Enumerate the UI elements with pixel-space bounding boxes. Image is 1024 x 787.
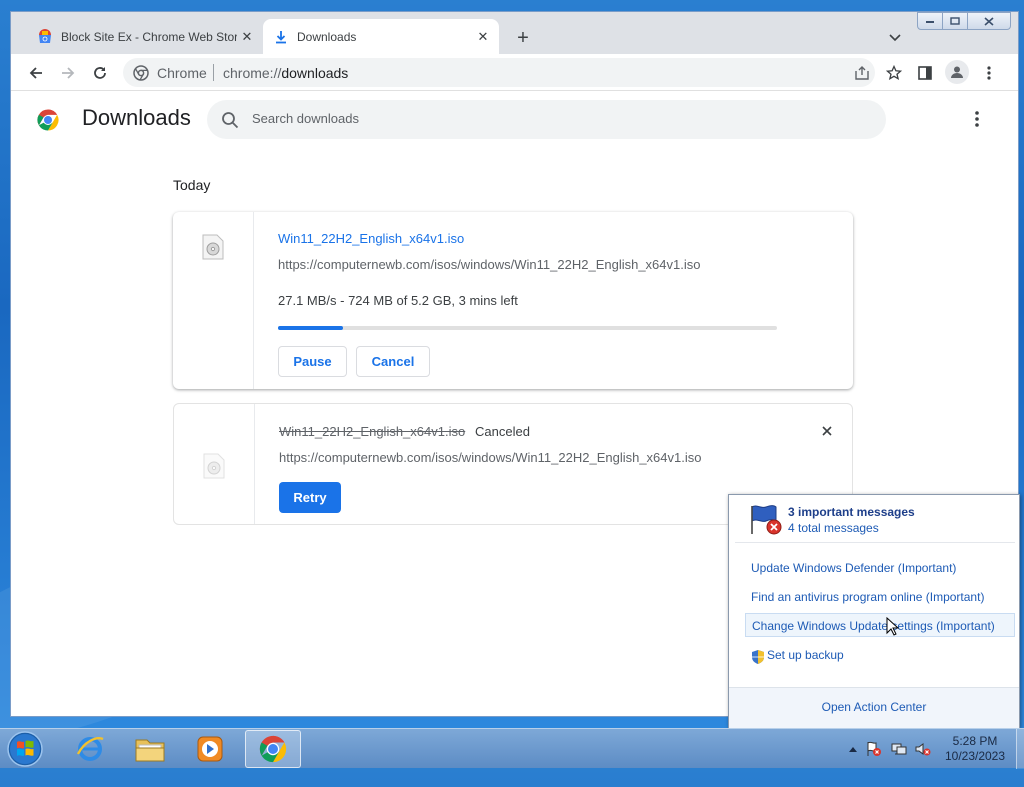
show-desktop-button[interactable] (1016, 729, 1024, 769)
progress-bar (278, 326, 777, 330)
shield-icon (751, 649, 765, 665)
close-icon[interactable]: ✕ (237, 27, 257, 47)
omnibox-divider (213, 64, 214, 81)
close-icon[interactable]: ✕ (473, 27, 493, 47)
progress-bar-fill (278, 326, 343, 330)
download-icon (273, 29, 289, 45)
mouse-cursor-icon (886, 616, 900, 637)
chrome-icon (133, 65, 149, 81)
omnibox[interactable]: Chrome chrome://downloads (123, 58, 902, 87)
action-center-popup: 3 important messages 4 total messages Up… (728, 494, 1020, 729)
tab-downloads[interactable]: Downloads ✕ (263, 19, 499, 54)
pause-button[interactable]: Pause (278, 346, 347, 377)
system-clock[interactable]: 5:28 PM 10/23/2023 (936, 734, 1014, 764)
reload-icon[interactable] (87, 60, 113, 86)
file-url[interactable]: https://computernewb.com/isos/windows/Wi… (279, 450, 701, 465)
page-title: Downloads (82, 105, 191, 130)
forward-icon[interactable] (55, 60, 81, 86)
search-input[interactable]: Search downloads (207, 100, 886, 139)
chrome-icon (36, 108, 60, 132)
cancel-button[interactable]: Cancel (356, 346, 430, 377)
start-orb-icon[interactable] (6, 730, 44, 768)
status-badge: Canceled (475, 424, 530, 439)
folder-icon[interactable] (122, 730, 178, 768)
window-close-button[interactable] (967, 12, 1011, 30)
maximize-button[interactable] (942, 12, 968, 30)
tab-strip: Block Site Ex - Chrome Web Store ✕ Downl… (11, 12, 1018, 54)
search-icon (221, 111, 239, 129)
file-name: Win11_22H2_English_x64v1.iso (279, 424, 466, 439)
ac-item-windows-update[interactable]: Change Windows Update settings (Importan… (745, 613, 1015, 637)
url-text: chrome://downloads (223, 65, 349, 81)
tab-block-site[interactable]: Block Site Ex - Chrome Web Store ✕ (27, 19, 259, 54)
back-icon[interactable] (23, 60, 49, 86)
progress-status: 27.1 MB/s - 724 MB of 5.2 GB, 3 mins lef… (278, 293, 518, 308)
action-center-icon[interactable] (866, 741, 882, 757)
ac-footer: Open Action Center (729, 687, 1019, 729)
file-icon-column (174, 404, 255, 524)
kebab-icon[interactable] (967, 109, 987, 129)
tab-title: Block Site Ex - Chrome Web Store (61, 29, 237, 44)
ac-heading[interactable]: 3 important messages (788, 505, 915, 519)
star-icon[interactable] (884, 63, 904, 83)
file-name-link[interactable]: Win11_22H2_English_x64v1.iso (278, 231, 464, 246)
chrome-web-store-icon (37, 28, 53, 45)
taskbar: 5:28 PM 10/23/2023 (0, 728, 1024, 769)
close-icon[interactable] (818, 422, 836, 440)
ie-icon[interactable] (62, 730, 118, 768)
file-icon (202, 453, 226, 479)
kebab-icon[interactable] (976, 60, 1002, 86)
toolbar: Chrome chrome://downloads (11, 54, 1018, 91)
media-player-icon[interactable] (182, 730, 238, 768)
file-icon (201, 234, 225, 260)
retry-button[interactable]: Retry (279, 482, 341, 513)
network-icon[interactable] (891, 741, 907, 757)
flag-icon (749, 504, 785, 536)
show-hidden-icons-icon[interactable] (845, 741, 861, 757)
clock-time: 5:28 PM (952, 734, 998, 748)
side-panel-icon[interactable] (912, 60, 938, 86)
ac-item-windows-defender[interactable]: Update Windows Defender (Important) (751, 561, 956, 575)
site-label: Chrome (157, 65, 207, 81)
ac-item-backup[interactable]: Set up backup (767, 648, 844, 662)
share-icon[interactable] (852, 63, 872, 83)
date-section-label: Today (173, 177, 211, 193)
ac-subheading[interactable]: 4 total messages (788, 521, 879, 535)
chrome-taskbar-button[interactable] (245, 730, 301, 768)
profile-icon[interactable] (945, 60, 969, 84)
plus-icon[interactable]: + (511, 26, 535, 50)
open-action-center-link[interactable]: Open Action Center (729, 700, 1019, 714)
divider (735, 542, 1015, 543)
download-card: Win11_22H2_English_x64v1.iso https://com… (173, 212, 853, 389)
file-url[interactable]: https://computernewb.com/isos/windows/Wi… (278, 257, 700, 272)
volume-mute-icon[interactable] (915, 741, 931, 757)
tab-title: Downloads (297, 29, 357, 44)
chevron-down-icon[interactable] (884, 28, 906, 48)
file-icon-column (173, 212, 254, 389)
search-placeholder: Search downloads (252, 111, 359, 126)
ac-item-antivirus[interactable]: Find an antivirus program online (Import… (751, 590, 984, 604)
minimize-button[interactable] (917, 12, 943, 30)
clock-date: 10/23/2023 (944, 749, 1006, 763)
